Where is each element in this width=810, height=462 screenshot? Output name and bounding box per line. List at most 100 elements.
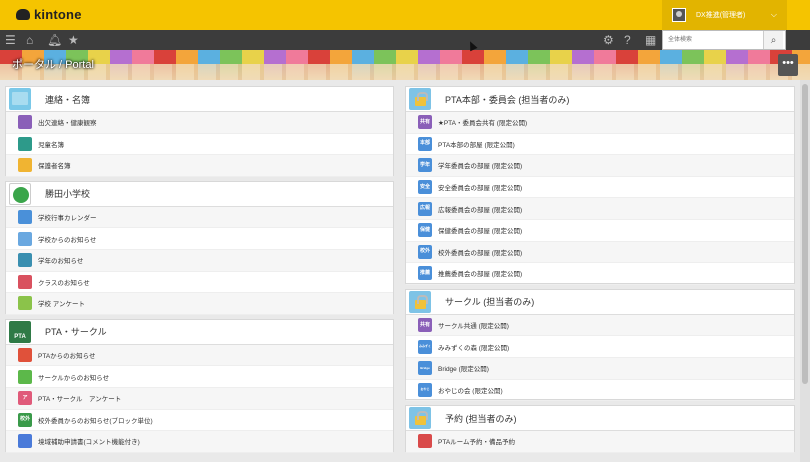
app-link-label: 校外委員からのお知らせ(ブロック単位) [38,417,153,425]
app-link-label: おやじの会 (限定公開) [438,387,503,395]
app-link[interactable]: 学年 学年委員会の部屋 (限定公開) [406,155,794,177]
user-name: DX推進(管理者) [696,12,746,19]
app-link-label: PTA本部の部屋 (限定公開) [438,141,515,149]
search-input[interactable] [663,31,763,49]
tablet-icon [18,136,32,151]
app-link-label: PTAからのお知らせ [38,353,96,361]
app-link[interactable]: 共有 サークル共通 (限定公開) [406,314,794,337]
app-link[interactable]: PTAルーム予約・備品予約 [406,431,794,453]
building-icon [18,274,32,289]
portal-banner [0,50,810,80]
app-link-label: Bridge (限定公開) [438,366,489,374]
portal-panel: サークル (担当者のみ) 共有 サークル共通 (限定公開) みみずく みみずくの森 (限… [405,288,795,402]
app-link-label: サークル共通 (限定公開) [438,323,509,331]
pta-icon: PTA [9,320,31,343]
space-title: 連絡・名簿 [45,94,91,105]
app-link[interactable]: 学年のお知らせ [6,249,393,272]
banner-image [0,64,810,80]
hoken-icon: 保健 [418,223,432,238]
app-link[interactable]: 広報 広報委員会の部屋 (限定公開) [406,198,794,220]
app-link[interactable]: クラスのお知らせ [6,272,393,294]
logo-text: kintone [34,7,82,22]
app-link-label: みみずくの森 (限定公開) [438,344,510,352]
search-button[interactable]: ⌕ [763,31,783,49]
menu-icon[interactable]: ☰ [5,33,16,47]
app-link-label: 学校 アンケート [38,301,86,309]
app-link[interactable]: 校外 校外委員会の部屋 (限定公開) [406,241,794,264]
global-search: ⌕ [662,30,786,50]
pencil-icon [18,296,32,311]
app-link[interactable]: おやじ おやじの会 (限定公開) [406,380,794,402]
user-menu[interactable]: DX推進(管理者) ⌵ [662,0,787,30]
app-link[interactable]: 出欠連絡・健康観察 [6,112,393,134]
app-link-label: 境域補助申請書(コメント機能付き) [38,439,140,447]
app-link[interactable]: 校外 校外委員からのお知らせ(ブロック単位) [6,410,393,432]
chevron-down-icon: ⌵ [770,10,777,19]
app-link-label: 児童名簿 [38,141,64,149]
kintone-logo[interactable]: kintone [16,7,82,22]
app-link-label: 学年委員会の部屋 (限定公開) [438,163,523,171]
space-header[interactable]: 予約 (担当者のみ) [406,406,794,432]
gakunen-icon: 学年 [418,158,432,173]
lock-icon [409,88,431,110]
apps-icon[interactable]: ▦ [645,33,656,47]
home-icon[interactable]: ⌂ [26,33,33,47]
star-icon[interactable]: ★ [68,33,79,47]
gear-icon[interactable]: ⚙ [603,33,614,47]
clover-icon [18,369,32,384]
app-link[interactable]: 児童名簿 [6,134,393,156]
megaphone-icon [18,231,32,246]
space-header[interactable]: PTA PTA・サークル [6,320,393,345]
space-header[interactable]: PTA本部・委員会 (担当者のみ) [406,87,794,112]
bridge-icon: Bridge [418,361,432,376]
portal-panel: PTA PTA・サークル PTAからのお知らせサークルからのお知らせア PTA・サーク… [5,318,394,453]
app-link-label: 安全委員会の部屋 (限定公開) [438,185,523,193]
space-title: 勝田小学校 [45,189,91,200]
app-link[interactable]: PTAからのお知らせ [6,344,393,367]
bell-icon[interactable]: 🔔︎ [47,33,62,47]
app-link[interactable]: Bridge Bridge (限定公開) [406,357,794,380]
notebook-icon [18,253,32,268]
space-header[interactable]: 勝田小学校 [6,182,393,207]
app-link-label: PTA・サークル アンケート [38,396,122,404]
app-link[interactable]: 本部 PTA本部の部屋 (限定公開) [406,134,794,156]
portal-panel: PTA本部・委員会 (担当者のみ) 共有 ★PTA・委員会共有 (限定公開) 本部 PT… [405,86,795,285]
app-link[interactable]: みみずく みみずくの森 (限定公開) [406,336,794,358]
app-link[interactable]: 境域補助申請書(コメント機能付き) [6,431,393,453]
app-link-label: 出欠連絡・健康観察 [38,120,97,128]
app-link-label: 広報委員会の部屋 (限定公開) [438,206,523,214]
app-link[interactable]: 学校行事カレンダー [6,206,393,229]
folder-icon [9,88,31,110]
app-link-label: 校外委員会の部屋 (限定公開) [438,249,523,257]
app-link[interactable]: 学校 アンケート [6,293,393,315]
app-link[interactable]: 保護者名簿 [6,155,393,177]
kyoyu-icon: 共有 [418,115,432,130]
space-header[interactable]: 連絡・名簿 [6,87,393,112]
scrollbar-thumb[interactable] [802,84,808,384]
user-avatar-icon [672,8,686,22]
portal-panel: 予約 (担当者のみ) PTAルーム予約・備品予約 [405,405,795,453]
document-icon [18,434,32,449]
koho-icon: 広報 [418,201,432,216]
app-link[interactable]: 学校からのお知らせ [6,228,393,250]
more-options-button[interactable]: ••• [778,54,798,76]
honbu-icon: 本部 [418,136,432,151]
app-link-label: クラスのお知らせ [38,279,90,287]
app-link-label: ★PTA・委員会共有 (限定公開) [438,120,528,128]
space-title: サークル (担当者のみ) [445,297,535,308]
calendar-icon [18,210,32,225]
app-link[interactable]: サークルからのお知らせ [6,366,393,388]
help-icon[interactable]: ? [624,33,631,47]
app-link-label: 保護者名簿 [38,163,71,171]
folder-icon [18,158,32,173]
app-link[interactable]: 推薦 推薦委員会の部屋 (限定公開) [406,263,794,285]
page-title: ポータル / Portal [12,59,94,71]
space-header[interactable]: サークル (担当者のみ) [406,290,794,315]
app-link[interactable]: 共有 ★PTA・委員会共有 (限定公開) [406,112,794,134]
app-link[interactable]: 安全 安全委員会の部屋 (限定公開) [406,177,794,199]
pen-icon [18,115,32,130]
app-link[interactable]: ア PTA・サークル アンケート [6,387,393,410]
app-link-label: 推薦委員会の部屋 (限定公開) [438,271,523,279]
app-link[interactable]: 保健 保健委員会の部屋 (限定公開) [406,220,794,242]
space-title: PTA本部・委員会 (担当者のみ) [445,94,570,105]
